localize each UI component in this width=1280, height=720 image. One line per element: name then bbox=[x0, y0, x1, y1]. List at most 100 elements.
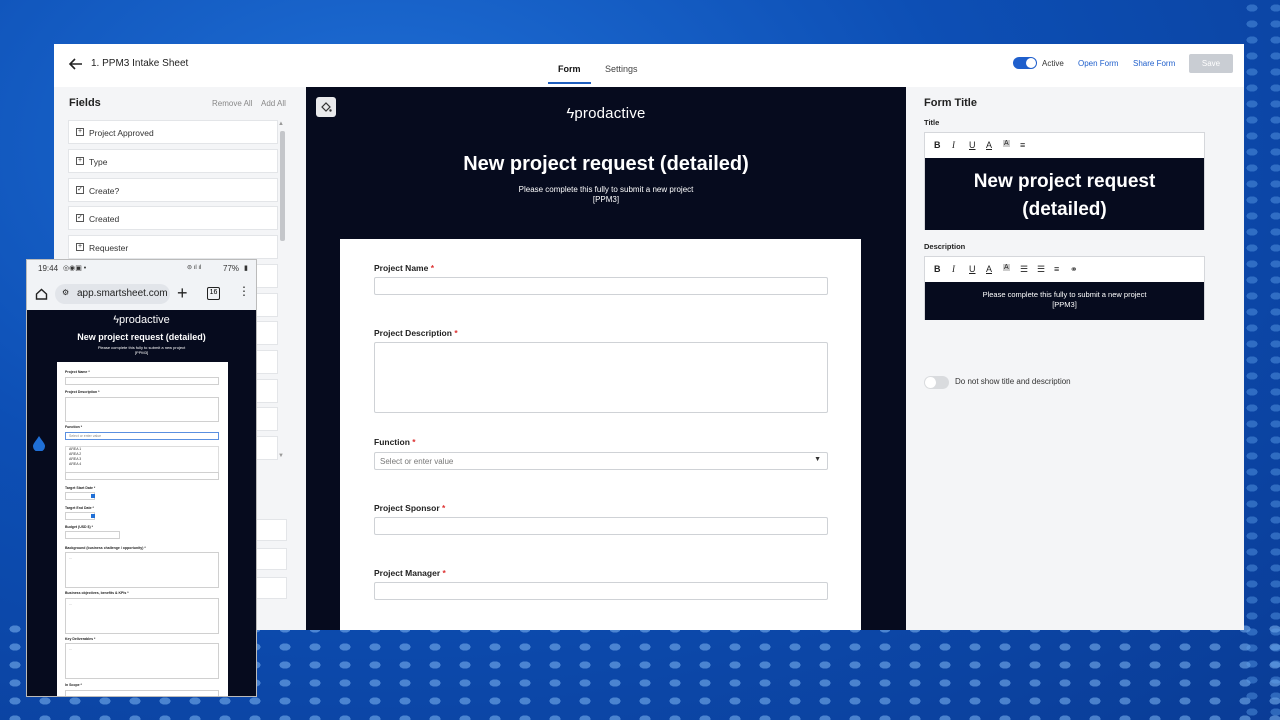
underline-icon[interactable]: U bbox=[969, 140, 976, 150]
open-form-link[interactable]: Open Form bbox=[1078, 59, 1118, 68]
checked-box-icon: ✓ bbox=[76, 214, 84, 222]
phone-form-card: Project Name * Project Description * Fun… bbox=[57, 362, 228, 696]
title-toolbar: B I U A A ≡ bbox=[925, 133, 1204, 158]
field-item[interactable] bbox=[254, 519, 287, 541]
question-text: Project Description bbox=[374, 328, 452, 338]
form-description-line1: Please complete this fully to submit a n… bbox=[518, 185, 694, 194]
phone-form-page: ϟprodactive New project request (detaile… bbox=[27, 310, 256, 696]
underline-icon[interactable]: U bbox=[969, 264, 976, 274]
props-title: Form Title bbox=[924, 97, 977, 109]
caret-down-icon: ▼ bbox=[814, 456, 821, 463]
text-selection-handle-icon[interactable] bbox=[33, 436, 45, 451]
logo-text: prodactive bbox=[574, 105, 646, 122]
form-title: New project request (detailed) bbox=[463, 153, 749, 175]
phone-input[interactable] bbox=[65, 472, 219, 480]
title-text-line1: New project request bbox=[973, 171, 1156, 192]
function-select[interactable]: Select or enter value ▼ bbox=[374, 452, 828, 470]
text-color-icon[interactable]: A bbox=[986, 264, 992, 274]
bullet-list-icon[interactable]: ☰ bbox=[1037, 264, 1045, 275]
properties-panel: Form Title Title B I U A A ≡ New project… bbox=[906, 87, 1244, 630]
title-editor[interactable]: B I U A A ≡ New project request (detaile… bbox=[924, 132, 1205, 230]
phone-logo: ϟprodactive bbox=[27, 314, 256, 326]
phone-description-textarea[interactable] bbox=[65, 397, 219, 422]
field-item-type[interactable]: + Type bbox=[68, 149, 278, 173]
align-icon[interactable]: ≡ bbox=[1054, 264, 1059, 274]
field-item[interactable] bbox=[254, 548, 287, 570]
form-preview: ϟprodactive New project request (detaile… bbox=[306, 87, 906, 630]
share-form-link[interactable]: Share Form bbox=[1133, 59, 1175, 68]
description-editor-body[interactable]: Please complete this fully to submit a n… bbox=[925, 282, 1204, 320]
add-all-link[interactable]: Add All bbox=[261, 99, 286, 108]
form-card: Project Name * Project Description * Fun… bbox=[340, 239, 861, 630]
field-item-requester[interactable]: + Requester bbox=[68, 235, 278, 259]
site-settings-icon[interactable]: ⚙ bbox=[62, 288, 69, 297]
field-item-created[interactable]: ✓ Created bbox=[68, 206, 278, 230]
align-icon[interactable]: ≡ bbox=[1020, 140, 1025, 150]
hide-title-label: Do not show title and description bbox=[955, 377, 1071, 386]
question-text: Project Sponsor bbox=[374, 503, 440, 513]
description-editor[interactable]: B I U A A ☰ ☰ ≡ ⚭ Please complete this f… bbox=[924, 256, 1205, 320]
phone-function-select[interactable]: Select or enter value bbox=[65, 432, 219, 440]
field-item-project-approved[interactable]: + Project Approved bbox=[68, 120, 278, 144]
notification-icons: ◎◉▣ • bbox=[63, 265, 87, 272]
remove-all-link[interactable]: Remove All bbox=[212, 99, 252, 108]
phone-label: Target Start Date * bbox=[65, 486, 96, 490]
title-text-line2: (detailed) bbox=[1022, 199, 1107, 220]
phone-label: Target End Date * bbox=[65, 506, 94, 510]
url-text: app.smartsheet.com bbox=[77, 288, 168, 299]
question-label: Project Name * bbox=[374, 263, 434, 273]
url-field[interactable]: ⚙ app.smartsheet.com bbox=[55, 284, 170, 304]
text-color-icon[interactable]: A bbox=[986, 140, 992, 150]
phone-in-scope-input[interactable] bbox=[65, 690, 219, 696]
calendar-icon[interactable] bbox=[91, 494, 95, 498]
phone-label: Budget (USD $) * bbox=[65, 525, 93, 529]
home-icon[interactable] bbox=[35, 288, 48, 300]
dropdown-option[interactable]: AREA 4 bbox=[66, 462, 218, 467]
project-description-textarea[interactable] bbox=[374, 342, 828, 413]
toggle-knob bbox=[1026, 58, 1036, 68]
phone-label: Function * bbox=[65, 425, 83, 429]
top-bar: 1. PPM3 Intake Sheet Form Settings Activ… bbox=[54, 44, 1244, 87]
phone-screenshot: 19:44 ◎◉▣ • ⊜ ıl ıl 77% ▮ ⚙ app.smartshe… bbox=[26, 259, 257, 697]
title-editor-body[interactable]: New project request (detailed) bbox=[925, 158, 1204, 230]
phone-description-line2: [PPM3] bbox=[134, 350, 149, 355]
bold-icon[interactable]: B bbox=[934, 140, 941, 150]
save-button[interactable]: Save bbox=[1189, 54, 1233, 73]
link-icon[interactable]: ⚭ bbox=[1070, 264, 1078, 275]
back-arrow-icon[interactable] bbox=[68, 56, 84, 72]
field-item[interactable] bbox=[254, 577, 287, 599]
title-label: Title bbox=[924, 118, 940, 127]
required-marker: * bbox=[412, 437, 416, 447]
scrollbar[interactable] bbox=[280, 125, 285, 457]
scrollbar-thumb[interactable] bbox=[280, 131, 285, 241]
highlight-icon[interactable]: A bbox=[1003, 264, 1010, 271]
italic-icon[interactable]: I bbox=[952, 264, 955, 274]
scroll-down-icon[interactable]: ▼ bbox=[278, 453, 284, 459]
project-manager-input[interactable] bbox=[374, 582, 828, 600]
tab-settings[interactable]: Settings bbox=[605, 64, 638, 74]
question-text: Project Name bbox=[374, 263, 429, 273]
numbered-list-icon[interactable]: ☰ bbox=[1020, 264, 1028, 275]
italic-icon[interactable]: I bbox=[952, 140, 955, 150]
phone-project-name-input[interactable] bbox=[65, 377, 219, 385]
background-dots-right bbox=[1240, 0, 1280, 720]
phone-label: Project Name * bbox=[65, 370, 90, 374]
field-item-create[interactable]: ✓ Create? bbox=[68, 178, 278, 202]
phone-label: In Scope * bbox=[65, 683, 82, 687]
phone-budget-input[interactable] bbox=[65, 531, 120, 539]
tab-count[interactable]: 16 bbox=[207, 287, 220, 300]
tab-form[interactable]: Form bbox=[548, 64, 590, 84]
new-tab-icon[interactable]: + bbox=[177, 283, 188, 304]
more-menu-icon[interactable]: ⋮ bbox=[238, 284, 250, 298]
phone-background-textarea[interactable]: ... bbox=[65, 552, 219, 588]
project-sponsor-input[interactable] bbox=[374, 517, 828, 535]
phone-deliverables-textarea[interactable]: ... bbox=[65, 643, 219, 679]
highlight-icon[interactable]: A bbox=[1003, 140, 1010, 147]
calendar-icon[interactable] bbox=[91, 514, 95, 518]
project-name-input[interactable] bbox=[374, 277, 828, 295]
question-text: Project Manager bbox=[374, 568, 441, 578]
bold-icon[interactable]: B bbox=[934, 264, 941, 274]
phone-objectives-textarea[interactable]: ... bbox=[65, 598, 219, 634]
hide-title-toggle[interactable] bbox=[924, 376, 949, 389]
active-toggle[interactable] bbox=[1013, 57, 1037, 69]
